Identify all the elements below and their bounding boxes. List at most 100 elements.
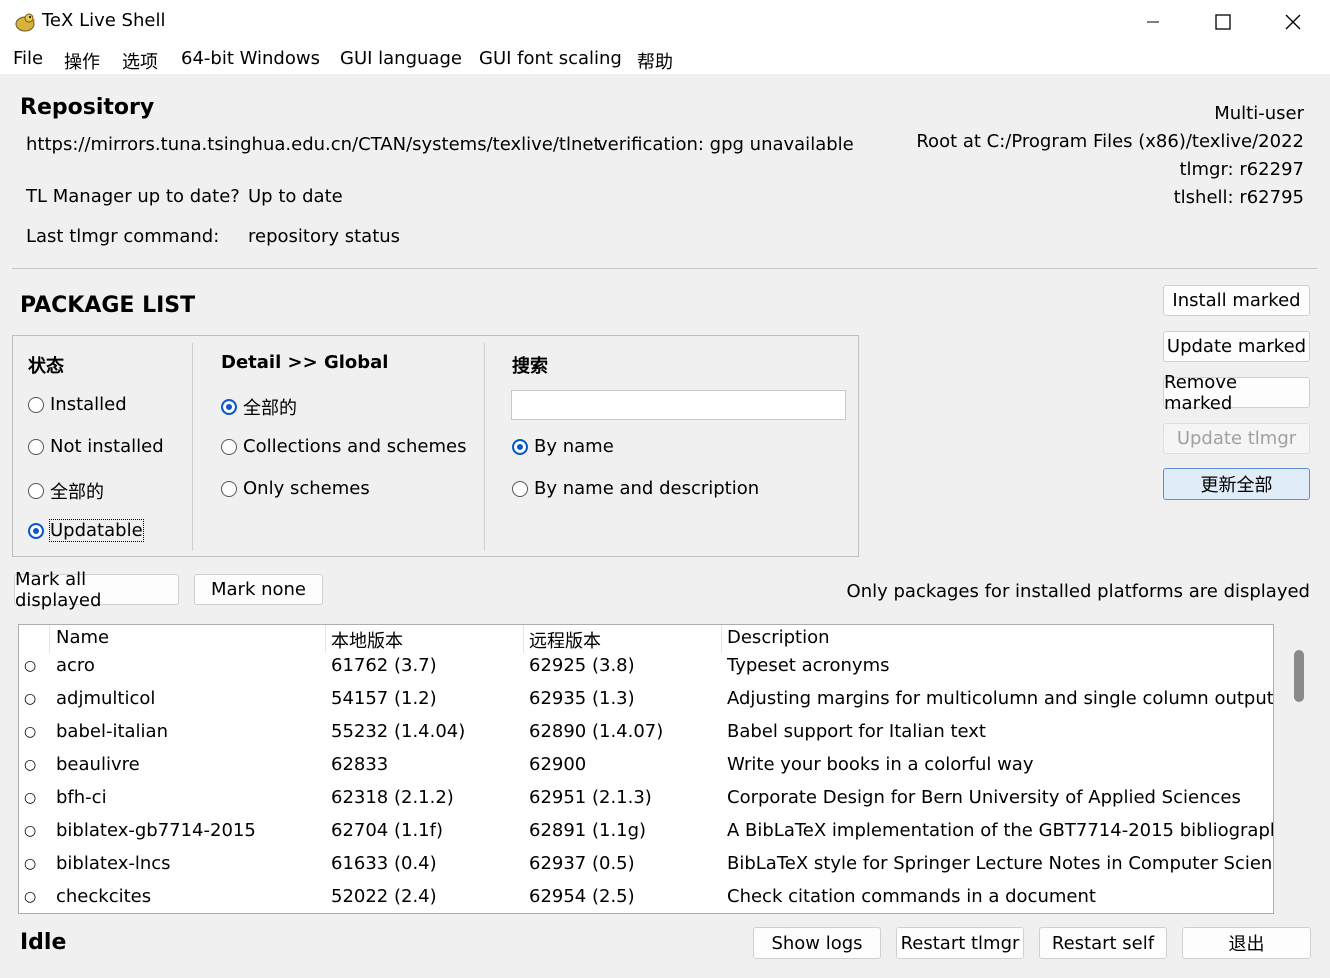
menu-gui-language[interactable]: GUI language: [340, 48, 462, 69]
menu-file[interactable]: File: [13, 48, 43, 69]
package-description: Adjusting margins for multicolumn and si…: [727, 688, 1274, 709]
status-heading: 状态: [28, 356, 64, 377]
minimize-icon: [1147, 21, 1159, 23]
mark-checkbox[interactable]: ○: [24, 724, 36, 740]
package-description: A BibLaTeX implementation of the GBT7714…: [727, 820, 1274, 841]
table-row[interactable]: ○ babel-italian 55232 (1.4.04) 62890 (1.…: [19, 717, 1273, 750]
radio-icon: [28, 396, 44, 413]
local-version: 61762 (3.7): [331, 655, 437, 676]
detail-all-radio[interactable]: 全部的: [221, 394, 297, 420]
package-name: bfh-ci: [56, 787, 107, 808]
remote-version: 62954 (2.5): [529, 886, 635, 907]
repository-url: https://mirrors.tuna.tsinghua.edu.cn/CTA…: [26, 134, 601, 155]
app-icon: [14, 12, 36, 32]
radio-label: By name and description: [534, 478, 760, 499]
radio-label: 全部的: [50, 482, 104, 503]
update-tlmgr-button[interactable]: Update tlmgr: [1163, 423, 1310, 454]
update-marked-button[interactable]: Update marked: [1163, 331, 1310, 362]
package-name: babel-italian: [56, 721, 168, 742]
radio-label: Only schemes: [243, 478, 370, 499]
table-row[interactable]: ○ biblatex-gb7714-2015 62704 (1.1f) 6289…: [19, 816, 1273, 849]
column-divider: [523, 625, 524, 653]
table-row[interactable]: ○ bfh-ci 62318 (2.1.2) 62951 (2.1.3) Cor…: [19, 783, 1273, 816]
mark-checkbox[interactable]: ○: [24, 856, 36, 872]
detail-schemes-radio[interactable]: Only schemes: [221, 478, 370, 499]
install-mode: Multi-user: [1214, 103, 1304, 124]
remote-version: 62900: [529, 754, 587, 775]
restart-self-button[interactable]: Restart self: [1039, 927, 1167, 959]
package-description: Write your books in a colorful way: [727, 754, 1034, 775]
radio-label: Not installed: [50, 436, 164, 457]
mark-checkbox[interactable]: ○: [24, 691, 36, 707]
column-header-remote-version[interactable]: 远程版本: [529, 627, 601, 653]
update-all-button[interactable]: 更新全部: [1163, 468, 1310, 500]
last-command-value: repository status: [248, 226, 401, 247]
search-by-name-radio[interactable]: By name: [512, 436, 614, 457]
radio-label: Updatable: [49, 519, 144, 542]
menu-gui-font-scaling[interactable]: GUI font scaling: [479, 48, 622, 69]
table-row[interactable]: ○ checkcites 52022 (2.4) 62954 (2.5) Che…: [19, 882, 1273, 913]
mark-checkbox[interactable]: ○: [24, 790, 36, 806]
search-input[interactable]: [511, 390, 846, 420]
install-marked-button[interactable]: Install marked: [1163, 285, 1310, 316]
column-header-local-version[interactable]: 本地版本: [331, 627, 403, 653]
filter-separator: [484, 343, 485, 551]
table-row[interactable]: ○ adjmulticol 54157 (1.2) 62935 (1.3) Ad…: [19, 684, 1273, 717]
status-not-installed-radio[interactable]: Not installed: [28, 436, 164, 457]
show-logs-button[interactable]: Show logs: [753, 927, 881, 959]
mark-checkbox[interactable]: ○: [24, 757, 36, 773]
package-name: checkcites: [56, 886, 152, 907]
menu-actions[interactable]: 操作: [64, 48, 100, 74]
radio-checked-icon: [221, 399, 237, 415]
column-divider: [721, 625, 722, 653]
close-button[interactable]: [1258, 0, 1328, 44]
detail-collections-radio[interactable]: Collections and schemes: [221, 436, 466, 457]
status-all-radio[interactable]: 全部的: [28, 478, 104, 504]
mark-checkbox[interactable]: ○: [24, 889, 36, 905]
remote-version: 62937 (0.5): [529, 853, 635, 874]
scrollbar-thumb[interactable]: [1294, 650, 1304, 702]
local-version: 52022 (2.4): [331, 886, 437, 907]
radio-checked-icon: [28, 522, 44, 539]
remote-version: 62951 (2.1.3): [529, 787, 652, 808]
quit-button[interactable]: 退出: [1182, 927, 1311, 959]
verification-status: verification: gpg unavailable: [597, 134, 854, 155]
column-header-description[interactable]: Description: [727, 627, 830, 648]
repository-heading: Repository: [20, 95, 155, 120]
restart-tlmgr-button[interactable]: Restart tlmgr: [896, 927, 1024, 959]
mark-none-button[interactable]: Mark none: [194, 574, 323, 605]
column-divider: [325, 625, 326, 653]
column-header-name[interactable]: Name: [56, 627, 109, 648]
mark-checkbox[interactable]: ○: [24, 658, 36, 674]
package-description: Check citation commands in a document: [727, 886, 1096, 907]
package-name: biblatex-gb7714-2015: [56, 820, 256, 841]
search-by-name-desc-radio[interactable]: By name and description: [512, 478, 759, 499]
package-table[interactable]: Name 本地版本 远程版本 Description ○ acro 61762 …: [18, 624, 1274, 914]
radio-label: Collections and schemes: [243, 436, 467, 457]
remove-marked-button[interactable]: Remove marked: [1163, 372, 1310, 414]
package-description: Typeset acronyms: [727, 655, 890, 676]
section-divider: [12, 268, 1318, 269]
local-version: 54157 (1.2): [331, 688, 437, 709]
package-description: Babel support for Italian text: [727, 721, 986, 742]
package-name: biblatex-lncs: [56, 853, 171, 874]
table-row[interactable]: ○ biblatex-lncs 61633 (0.4) 62937 (0.5) …: [19, 849, 1273, 882]
radio-icon: [221, 480, 237, 497]
table-row[interactable]: ○ beaulivre 62833 62900 Write your books…: [19, 750, 1273, 783]
mark-all-displayed-button[interactable]: Mark all displayed: [14, 569, 179, 611]
menu-options[interactable]: 选项: [122, 48, 158, 74]
table-row[interactable]: ○ acro 61762 (3.7) 62925 (3.8) Typeset a…: [19, 651, 1273, 684]
radio-icon: [512, 480, 528, 497]
tlshell-version: tlshell: r62795: [1173, 187, 1304, 208]
mark-checkbox[interactable]: ○: [24, 823, 36, 839]
status-updatable-radio[interactable]: Updatable: [28, 519, 144, 542]
minimize-button[interactable]: [1118, 0, 1188, 44]
maximize-button[interactable]: [1188, 0, 1258, 44]
status-installed-radio[interactable]: Installed: [28, 394, 127, 415]
menu-help[interactable]: 帮助: [637, 48, 673, 74]
remote-version: 62891 (1.1g): [529, 820, 647, 841]
local-version: 61633 (0.4): [331, 853, 437, 874]
local-version: 62833: [331, 754, 389, 775]
menu-64bit-windows[interactable]: 64-bit Windows: [181, 48, 320, 69]
tlm-uptodate-value: Up to date: [248, 186, 343, 207]
